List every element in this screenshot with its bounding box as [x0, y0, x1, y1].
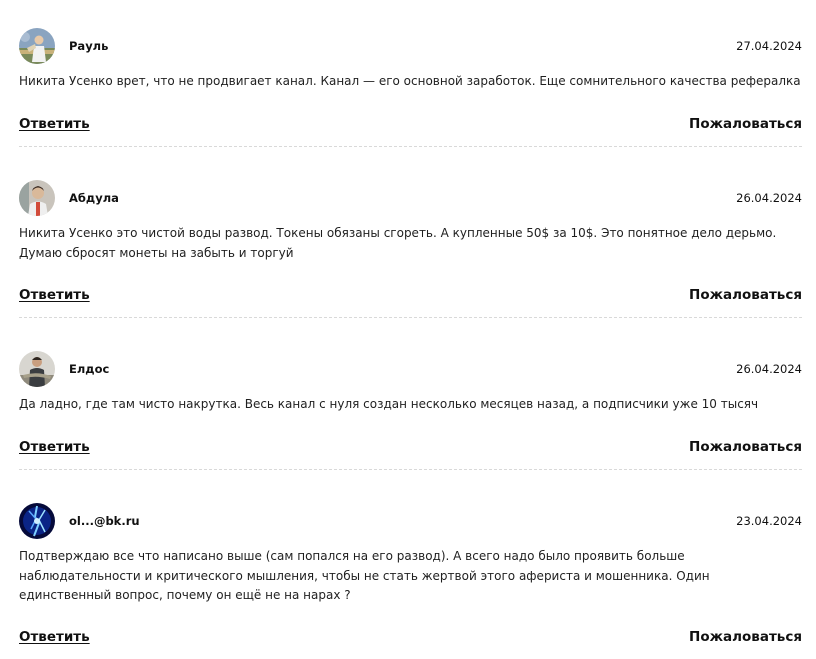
user-photo-avatar-icon: [19, 28, 55, 64]
report-link[interactable]: Пожаловаться: [689, 114, 802, 134]
report-link[interactable]: Пожаловаться: [689, 285, 802, 305]
user-photo-avatar-icon: [19, 351, 55, 387]
comment-author: Абдула: [69, 191, 119, 205]
comment-item: Рауль 27.04.2024 Никита Усенко врет, что…: [19, 28, 802, 147]
report-link[interactable]: Пожаловаться: [689, 627, 802, 647]
comment-divider: [19, 317, 802, 318]
comment-author: Елдос: [69, 362, 110, 376]
comment-text: Никита Усенко врет, что не продвигает ка…: [19, 74, 801, 88]
comment-date: 27.04.2024: [736, 39, 802, 53]
comment-author: ol...@bk.ru: [69, 514, 140, 528]
comment-date: 23.04.2024: [736, 514, 802, 528]
comment-date: 26.04.2024: [736, 362, 802, 376]
comment-item: Елдос 26.04.2024 Да ладно, где там чисто…: [19, 351, 802, 470]
comment-author: Рауль: [69, 39, 109, 53]
reply-link[interactable]: Ответить: [19, 627, 90, 647]
comment-header: Рауль 27.04.2024: [19, 28, 802, 64]
comment-header: Елдос 26.04.2024: [19, 351, 802, 387]
comment-text: Подтверждаю все что написано выше (сам п…: [19, 549, 710, 602]
report-link[interactable]: Пожаловаться: [689, 437, 802, 457]
comment-actions: Ответить Пожаловаться: [19, 627, 802, 647]
comment-date: 26.04.2024: [736, 191, 802, 205]
comment-item: ol...@bk.ru 23.04.2024 Подтверждаю все ч…: [19, 503, 802, 645]
comment-divider: [19, 469, 802, 470]
comment-header: Абдула 26.04.2024: [19, 180, 802, 216]
blue-abstract-avatar-icon: [19, 503, 55, 539]
reply-link[interactable]: Ответить: [19, 114, 90, 134]
reply-link[interactable]: Ответить: [19, 437, 90, 457]
comment-header: ol...@bk.ru 23.04.2024: [19, 503, 802, 539]
comment-actions: Ответить Пожаловаться: [19, 285, 802, 305]
reply-link[interactable]: Ответить: [19, 285, 90, 305]
comment-text: Никита Усенко это чистой воды развод. То…: [19, 226, 777, 260]
comment-text: Да ладно, где там чисто накрутка. Весь к…: [19, 397, 759, 411]
comment-actions: Ответить Пожаловаться: [19, 114, 802, 134]
user-photo-avatar-icon: [19, 180, 55, 216]
comment-item: Абдула 26.04.2024 Никита Усенко это чист…: [19, 180, 802, 318]
comment-divider: [19, 146, 802, 147]
comments-list: Рауль 27.04.2024 Никита Усенко врет, что…: [0, 0, 816, 659]
comment-actions: Ответить Пожаловаться: [19, 437, 802, 457]
